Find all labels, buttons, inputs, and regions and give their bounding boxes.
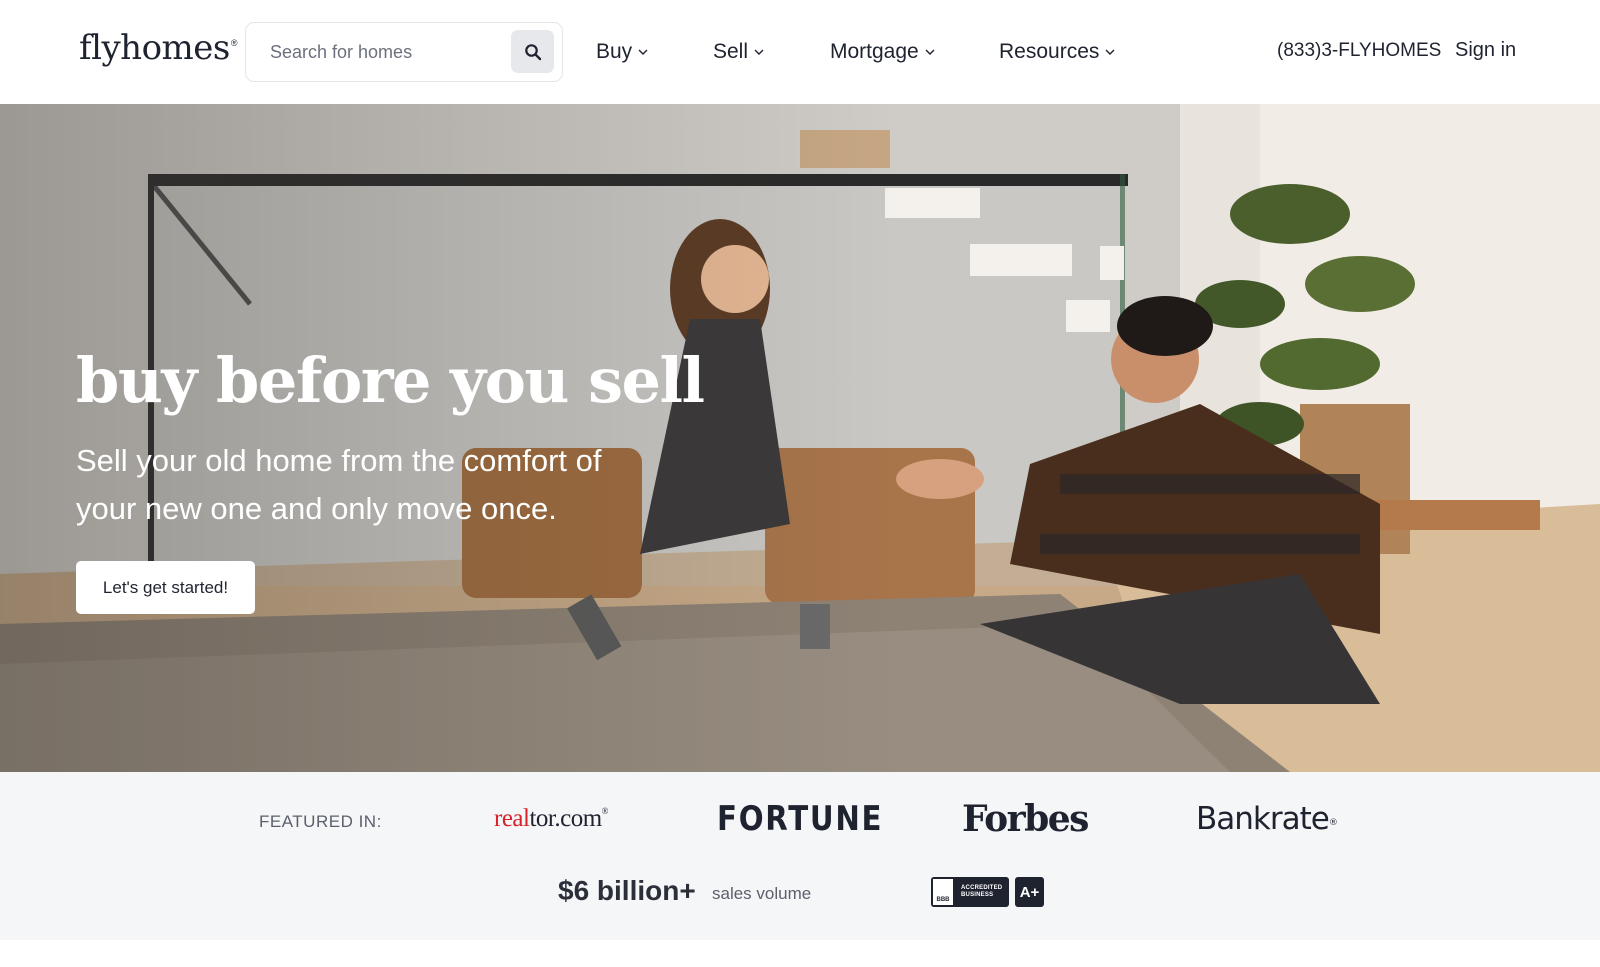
forbes-logo: Forbes xyxy=(962,798,1089,840)
hero-title: buy before you sell xyxy=(76,344,705,417)
sales-volume-value: $6 billion+ xyxy=(558,875,696,906)
search-input[interactable] xyxy=(270,37,500,67)
bbb-line-1: ACCREDITED xyxy=(961,885,1003,891)
bankrate-logo: Bankrate ® xyxy=(1196,796,1338,842)
bbb-mark-text: BBB xyxy=(936,897,950,903)
page-bottom-area xyxy=(0,940,1600,967)
phone-link[interactable]: (833)3-FLYHOMES xyxy=(1277,40,1441,62)
nav-mortgage[interactable]: Mortgage xyxy=(830,38,935,66)
bbb-accredited-text: ACCREDITED BUSINESS xyxy=(955,885,1002,899)
search-box xyxy=(245,22,563,82)
bbb-accreditation-badge: BBB ACCREDITED BUSINESS A+ xyxy=(931,877,1044,907)
nav-resources[interactable]: Resources xyxy=(999,38,1115,66)
hero-subtitle: Sell your old home from the comfort of y… xyxy=(76,443,602,526)
nav-sell-label: Sell xyxy=(713,40,749,63)
nav-resources-label: Resources xyxy=(999,40,1100,63)
sign-in-link[interactable]: Sign in xyxy=(1455,39,1516,62)
bbb-rating: A+ xyxy=(1015,877,1044,907)
featured-in-band: FEATURED IN: real tor.com ® FORTUNE Forbes… xyxy=(0,772,1600,940)
logo-text: flyhomes xyxy=(79,28,230,68)
bankrate-logo-text: Bankrate xyxy=(1196,801,1330,837)
chevron-down-icon xyxy=(925,49,935,55)
search-button[interactable] xyxy=(511,30,554,73)
hero-section: buy before you sell Sell your old home f… xyxy=(0,104,1600,772)
nav-mortgage-label: Mortgage xyxy=(830,40,919,63)
realtor-registered-mark: ® xyxy=(601,806,609,816)
nav-sell[interactable]: Sell xyxy=(713,38,764,66)
fortune-logo: FORTUNE xyxy=(717,799,884,839)
nav-buy[interactable]: Buy xyxy=(596,38,648,66)
get-started-button[interactable]: Let's get started! xyxy=(76,561,255,614)
flyhomes-logo[interactable]: flyhomes® xyxy=(79,28,237,68)
chevron-down-icon xyxy=(754,49,764,55)
chevron-down-icon xyxy=(638,49,648,55)
bbb-accredited-block: BBB ACCREDITED BUSINESS xyxy=(931,877,1009,907)
featured-in-label: FEATURED IN: xyxy=(259,812,382,831)
bankrate-registered-mark: ® xyxy=(1328,818,1338,828)
search-icon xyxy=(524,43,541,60)
site-header: flyhomes® Buy Sell Mortgage Resources (8… xyxy=(0,0,1600,104)
bbb-line-2: BUSINESS xyxy=(961,892,994,898)
realtor-logo-red-part: real xyxy=(494,805,530,832)
sales-volume-label: sales volume xyxy=(712,884,812,903)
bbb-torch-icon: BBB xyxy=(931,877,955,907)
logo-registered-mark: ® xyxy=(230,38,238,48)
chevron-down-icon xyxy=(1105,49,1115,55)
realtor-com-logo: real tor.com ® xyxy=(494,796,609,842)
nav-buy-label: Buy xyxy=(596,40,633,63)
realtor-logo-dark-part: tor.com xyxy=(529,805,602,832)
